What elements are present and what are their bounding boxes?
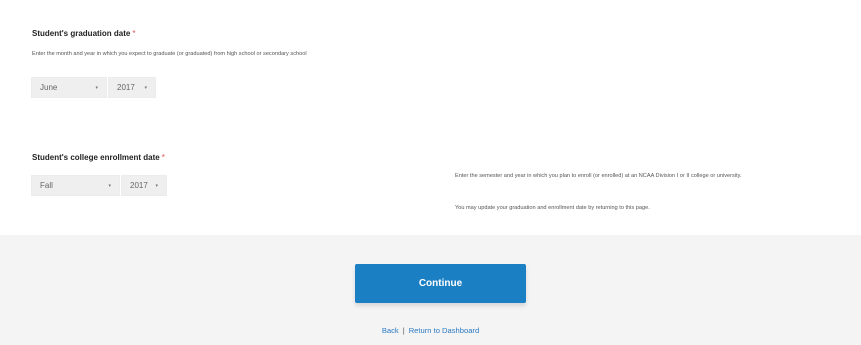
footer-links: Back | Return to Dashboard — [0, 326, 861, 335]
chevron-down-icon: ▾ — [155, 182, 158, 189]
graduation-date-label: Student's graduation date * — [32, 29, 135, 38]
enrollment-date-label-text: Student's college enrollment date — [32, 153, 160, 162]
chevron-down-icon: ▾ — [108, 182, 111, 189]
enrollment-semester-select[interactable]: Fall ▾ — [31, 175, 120, 196]
link-separator: | — [402, 326, 405, 335]
required-asterisk: * — [161, 153, 165, 162]
back-link[interactable]: Back — [382, 326, 399, 335]
graduation-year-select[interactable]: 2017 ▾ — [108, 77, 156, 98]
continue-button[interactable]: Continue — [355, 264, 526, 303]
graduation-date-help: Enter the month and year in which you ex… — [32, 51, 307, 57]
enrollment-year-select[interactable]: 2017 ▾ — [121, 175, 167, 196]
footer-bar: Continue Back | Return to Dashboard — [0, 235, 861, 345]
chevron-down-icon: ▾ — [144, 84, 147, 91]
graduation-month-select[interactable]: June ▾ — [31, 77, 107, 98]
enrollment-date-label: Student's college enrollment date * — [32, 153, 165, 162]
chevron-down-icon: ▾ — [95, 84, 98, 91]
graduation-month-value: June — [40, 83, 58, 92]
enrollment-update-note: You may update your graduation and enrol… — [455, 205, 650, 211]
enrollment-date-help: Enter the semester and year in which you… — [455, 173, 742, 179]
return-to-dashboard-link[interactable]: Return to Dashboard — [409, 326, 480, 335]
required-asterisk: * — [132, 29, 136, 38]
enrollment-semester-value: Fall — [40, 181, 53, 190]
graduation-year-value: 2017 — [117, 83, 135, 92]
graduation-date-label-text: Student's graduation date — [32, 29, 131, 38]
enrollment-year-value: 2017 — [130, 181, 148, 190]
